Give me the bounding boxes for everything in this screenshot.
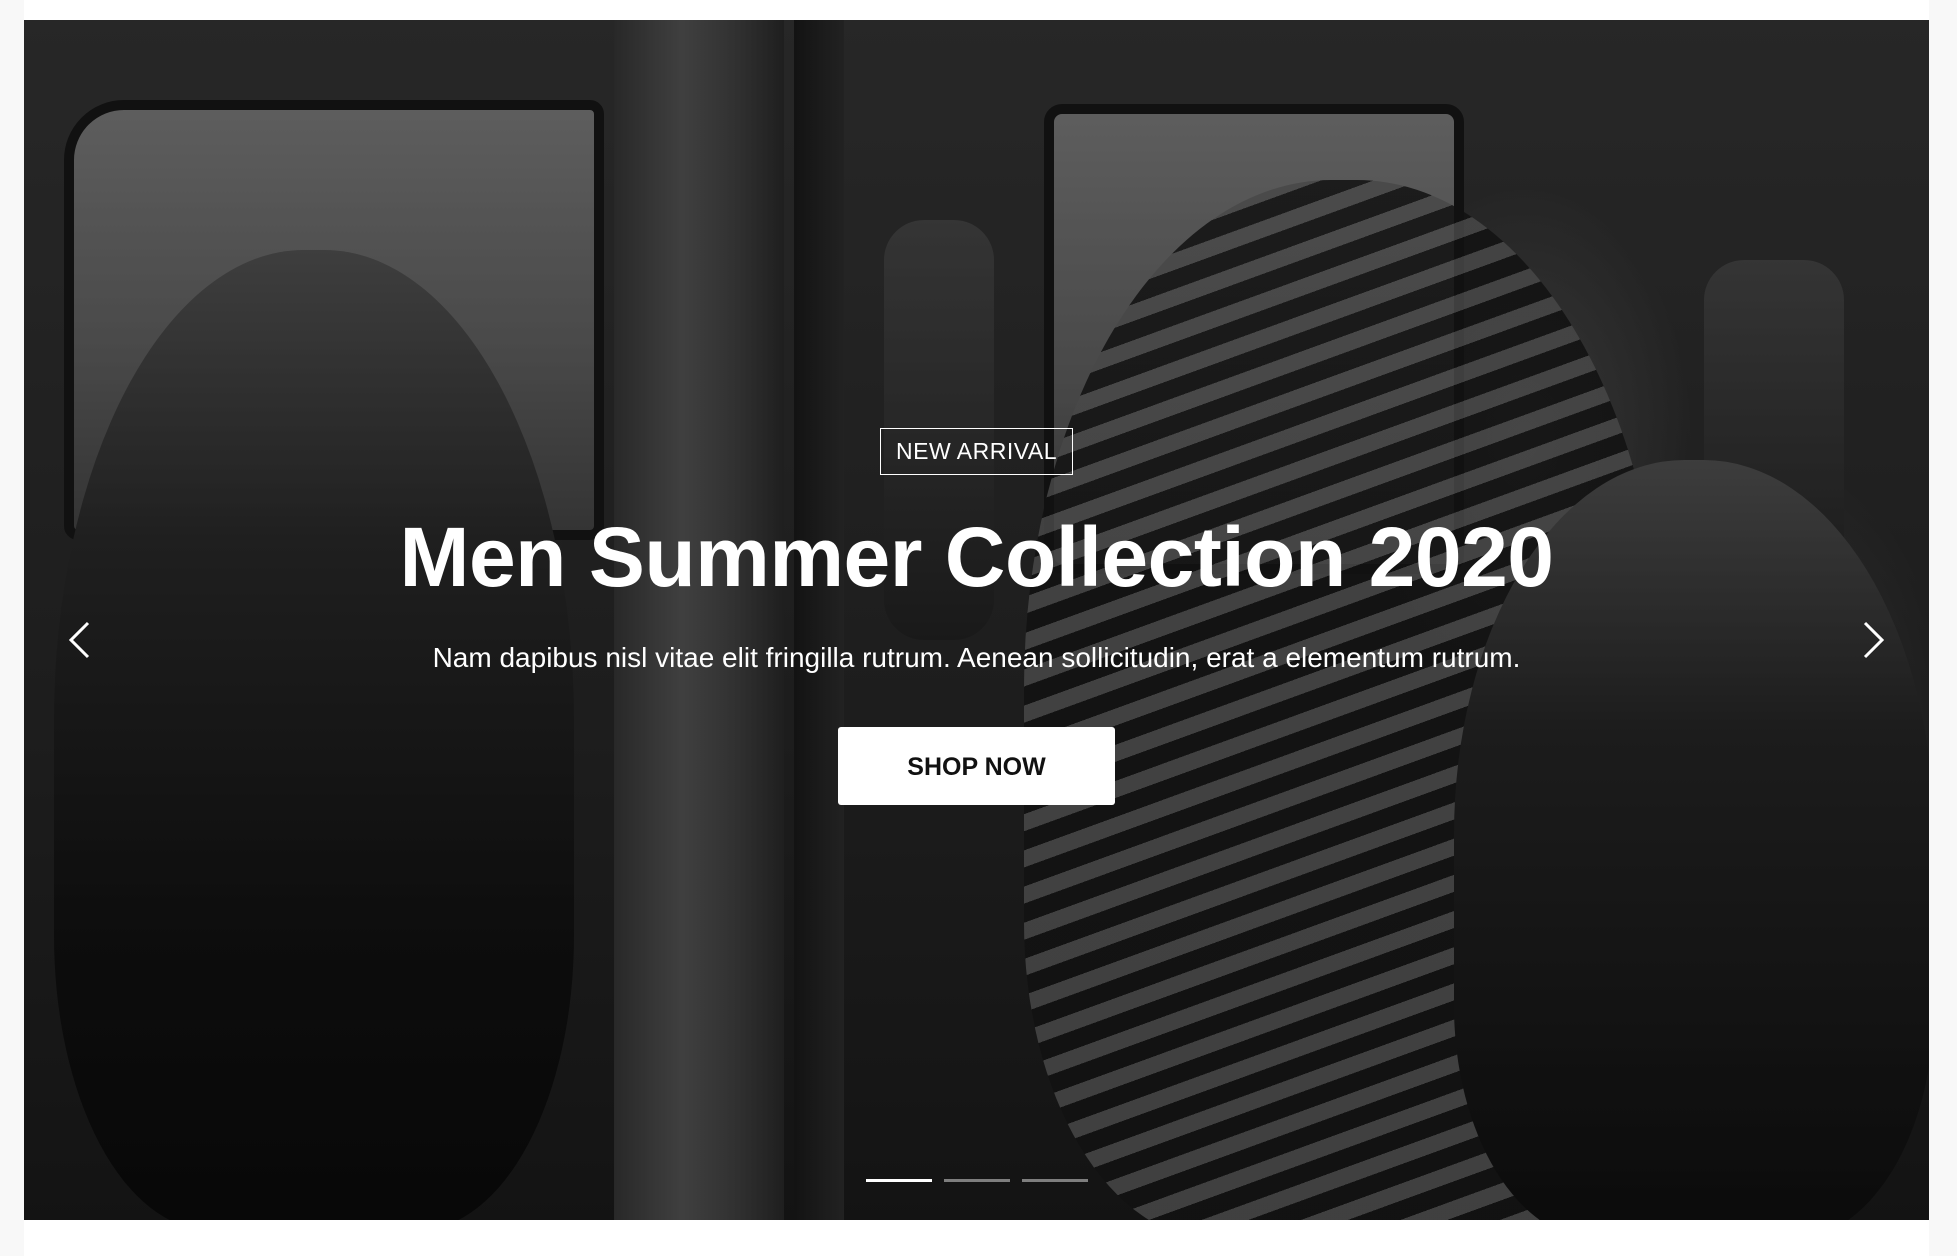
hero-content: NEW ARRIVAL Men Summer Collection 2020 N… — [24, 428, 1929, 805]
page: NEW ARRIVAL Men Summer Collection 2020 N… — [0, 0, 1957, 1256]
slide-indicator-1[interactable] — [865, 1179, 932, 1182]
slide-indicator-2[interactable] — [943, 1179, 1010, 1182]
shop-now-button[interactable]: SHOP NOW — [838, 726, 1115, 805]
top-strip — [24, 0, 1929, 20]
new-arrival-badge: NEW ARRIVAL — [880, 428, 1073, 475]
slider-pagination — [24, 1179, 1929, 1182]
hero-headline: Men Summer Collection 2020 — [399, 510, 1554, 604]
slide-indicator-3[interactable] — [1021, 1179, 1088, 1182]
hero-slider: NEW ARRIVAL Men Summer Collection 2020 N… — [24, 20, 1929, 1220]
bottom-strip — [24, 1220, 1929, 1256]
hero-subtitle: Nam dapibus nisl vitae elit fringilla ru… — [432, 642, 1521, 673]
